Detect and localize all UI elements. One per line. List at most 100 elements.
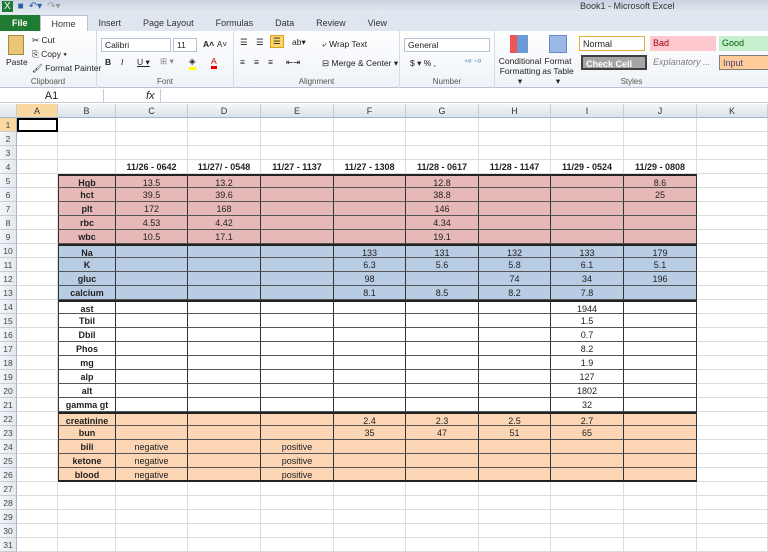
bold-icon[interactable]: B <box>105 57 111 67</box>
cell-F11[interactable]: 6.3 <box>334 258 406 272</box>
cell-D7[interactable]: 168 <box>188 202 261 216</box>
cell-J5[interactable]: 8.6 <box>624 174 697 188</box>
cell-F6[interactable] <box>334 188 406 202</box>
cell-H22[interactable]: 2.5 <box>479 412 551 426</box>
cell-D6[interactable]: 39.6 <box>188 188 261 202</box>
cell-G31[interactable] <box>406 538 479 552</box>
cell-D29[interactable] <box>188 510 261 524</box>
cell-F24[interactable] <box>334 440 406 454</box>
font-size-select[interactable]: 11 <box>173 38 197 52</box>
row-header-30[interactable]: 30 <box>0 524 17 538</box>
row-header-24[interactable]: 24 <box>0 440 17 454</box>
cell-G8[interactable]: 4.34 <box>406 216 479 230</box>
cell-J11[interactable]: 5.1 <box>624 258 697 272</box>
cell-E17[interactable] <box>261 342 334 356</box>
cell-J19[interactable] <box>624 370 697 384</box>
cell-C30[interactable] <box>116 524 188 538</box>
cell-C15[interactable] <box>116 314 188 328</box>
cell-J13[interactable] <box>624 286 697 300</box>
cell-F3[interactable] <box>334 146 406 160</box>
cell-I12[interactable]: 34 <box>551 272 624 286</box>
cell-I27[interactable] <box>551 482 624 496</box>
cell-F28[interactable] <box>334 496 406 510</box>
cell-A30[interactable] <box>17 524 58 538</box>
cell-B29[interactable] <box>58 510 116 524</box>
cell-B18[interactable]: mg <box>58 356 116 370</box>
cell-C16[interactable] <box>116 328 188 342</box>
cell-F7[interactable] <box>334 202 406 216</box>
cell-F21[interactable] <box>334 398 406 412</box>
cell-D4[interactable]: 11/27/ - 0548 <box>188 160 261 174</box>
cell-G18[interactable] <box>406 356 479 370</box>
cell-G1[interactable] <box>406 118 479 132</box>
cell-K23[interactable] <box>697 426 768 440</box>
cell-A15[interactable] <box>17 314 58 328</box>
row-header-6[interactable]: 6 <box>0 188 17 202</box>
cell-G23[interactable]: 47 <box>406 426 479 440</box>
cell-F4[interactable]: 11/27 - 1308 <box>334 160 406 174</box>
cell-I20[interactable]: 1802 <box>551 384 624 398</box>
font-color-icon[interactable]: A <box>211 56 217 69</box>
cell-F2[interactable] <box>334 132 406 146</box>
cell-E29[interactable] <box>261 510 334 524</box>
cell-G26[interactable] <box>406 468 479 482</box>
cell-B15[interactable]: Tbil <box>58 314 116 328</box>
cell-I7[interactable] <box>551 202 624 216</box>
row-header-13[interactable]: 13 <box>0 286 17 300</box>
cell-H1[interactable] <box>479 118 551 132</box>
cell-G9[interactable]: 19.1 <box>406 230 479 244</box>
italic-icon[interactable]: I <box>121 57 123 67</box>
row-header-19[interactable]: 19 <box>0 370 17 384</box>
cell-B26[interactable]: blood <box>58 468 116 482</box>
cell-A7[interactable] <box>17 202 58 216</box>
cell-B20[interactable]: alt <box>58 384 116 398</box>
cell-F26[interactable] <box>334 468 406 482</box>
cell-E19[interactable] <box>261 370 334 384</box>
cell-I31[interactable] <box>551 538 624 552</box>
tab-formulas[interactable]: Formulas <box>205 15 265 31</box>
cell-I16[interactable]: 0.7 <box>551 328 624 342</box>
cell-J30[interactable] <box>624 524 697 538</box>
undo-icon[interactable]: ↶▾ <box>29 1 42 12</box>
cell-A9[interactable] <box>17 230 58 244</box>
cell-K22[interactable] <box>697 412 768 426</box>
cell-I23[interactable]: 65 <box>551 426 624 440</box>
cell-C22[interactable] <box>116 412 188 426</box>
align-center-icon[interactable]: ≡ <box>254 57 259 67</box>
column-header-K[interactable]: K <box>697 104 768 118</box>
cell-I6[interactable] <box>551 188 624 202</box>
cell-J3[interactable] <box>624 146 697 160</box>
cell-I29[interactable] <box>551 510 624 524</box>
copy-button[interactable]: ⎘ Copy ▾ <box>32 49 67 60</box>
cell-B3[interactable] <box>58 146 116 160</box>
cell-J25[interactable] <box>624 454 697 468</box>
cut-button[interactable]: ✂ Cut <box>32 35 55 46</box>
cell-K6[interactable] <box>697 188 768 202</box>
cell-K10[interactable] <box>697 244 768 258</box>
cell-J24[interactable] <box>624 440 697 454</box>
cell-F27[interactable] <box>334 482 406 496</box>
row-header-10[interactable]: 10 <box>0 244 17 258</box>
cell-B19[interactable]: alp <box>58 370 116 384</box>
cell-J22[interactable] <box>624 412 697 426</box>
row-header-15[interactable]: 15 <box>0 314 17 328</box>
cell-E9[interactable] <box>261 230 334 244</box>
column-header-J[interactable]: J <box>624 104 697 118</box>
cell-C19[interactable] <box>116 370 188 384</box>
row-header-20[interactable]: 20 <box>0 384 17 398</box>
cell-H27[interactable] <box>479 482 551 496</box>
style-bad[interactable]: Bad <box>650 36 716 51</box>
cell-J21[interactable] <box>624 398 697 412</box>
cell-F30[interactable] <box>334 524 406 538</box>
cell-E13[interactable] <box>261 286 334 300</box>
cell-K20[interactable] <box>697 384 768 398</box>
cell-K2[interactable] <box>697 132 768 146</box>
cell-F15[interactable] <box>334 314 406 328</box>
name-box[interactable]: A1 <box>0 89 104 103</box>
column-header-G[interactable]: G <box>406 104 479 118</box>
cell-J7[interactable] <box>624 202 697 216</box>
cell-F20[interactable] <box>334 384 406 398</box>
cell-B5[interactable]: Hgb <box>58 174 116 188</box>
cell-A25[interactable] <box>17 454 58 468</box>
save-icon[interactable]: ■ <box>18 1 24 12</box>
